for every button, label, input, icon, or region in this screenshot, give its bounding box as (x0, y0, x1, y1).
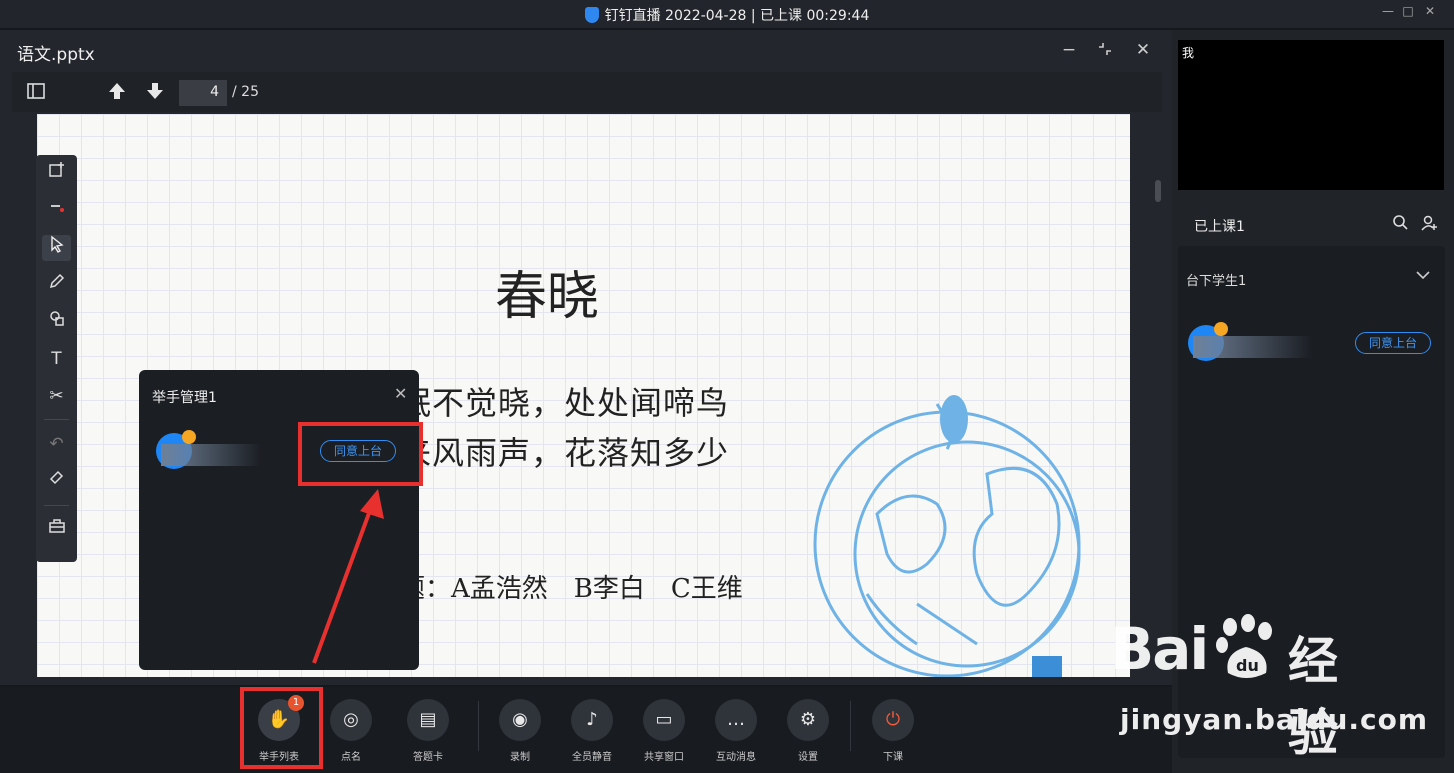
record-icon: ◉ (499, 699, 541, 741)
roll-call-icon: ◎ (330, 699, 372, 741)
record-button[interactable]: ◉ 录制 (490, 699, 550, 763)
crown-icon (182, 430, 196, 444)
add-page-icon[interactable] (42, 161, 71, 187)
shield-icon (584, 7, 599, 23)
window-title-text: 钉钉直播 2022-04-28 | 已上课 00:29:44 (604, 8, 870, 24)
watermark-cn: 经验 (1288, 632, 1338, 762)
popup-title: 举手管理1 (152, 390, 217, 406)
settings-button[interactable]: ⚙ 设置 (778, 699, 838, 763)
quiz-question: 题：A孟浩然 B李白 C王维 (399, 574, 743, 604)
shapes-icon[interactable] (42, 309, 71, 335)
maximize-icon[interactable]: □ (1398, 4, 1418, 18)
end-class-button[interactable]: ⏻ 下课 (863, 699, 923, 763)
power-icon: ⏻ (872, 699, 914, 741)
page-number-input[interactable]: 4 (179, 80, 227, 106)
answer-card-icon: ▤ (407, 699, 449, 741)
sidebar-toggle-icon[interactable] (26, 81, 46, 106)
toolbar-divider (850, 701, 851, 751)
answer-card-button[interactable]: ▤ 答题卡 (398, 699, 458, 763)
share-window-icon: ▭ (643, 699, 685, 741)
minimize-doc-icon[interactable]: − (1058, 40, 1080, 60)
prev-page-icon[interactable] (107, 81, 127, 106)
close-icon[interactable]: ✕ (1420, 4, 1440, 18)
eraser-icon[interactable] (42, 468, 71, 494)
page-total: / 25 (232, 84, 259, 100)
student-name-blurred (1193, 336, 1313, 358)
arrow-annotation (312, 489, 384, 664)
next-page-icon[interactable] (145, 81, 165, 106)
document-filename: 语文.pptx (17, 45, 95, 65)
toolbox-icon[interactable] (42, 517, 71, 543)
roll-call-button[interactable]: ◎ 点名 (321, 699, 381, 763)
drawing-toolbar: T ✂ ↶ (36, 155, 77, 562)
answer-card-label: 答题卡 (413, 752, 443, 763)
watermark-url: jingyan.baidu.com (1120, 703, 1429, 736)
tool-divider (44, 505, 69, 506)
highlight-box (240, 687, 323, 769)
mute-all-icon: ♪ (571, 699, 613, 741)
undo-icon[interactable]: ↶ (42, 431, 71, 457)
tool-divider (44, 419, 69, 420)
settings-label: 设置 (798, 752, 818, 763)
student-name-blurred (161, 444, 261, 466)
record-label: 录制 (510, 752, 530, 763)
poem-title: 春晓 (495, 267, 600, 327)
slide-scrollbar[interactable] (1155, 180, 1161, 202)
scissors-icon[interactable]: ✂ (42, 383, 71, 409)
class-header: 已上课1 (1178, 202, 1446, 242)
text-tool-icon[interactable]: T (42, 346, 71, 372)
window-title: 钉钉直播 2022-04-28 | 已上课 00:29:44 (0, 5, 1454, 25)
document-header: 语文.pptx − ✕ (0, 30, 1172, 70)
message-label: 互动消息 (716, 752, 756, 763)
paw-icon: du (1216, 614, 1272, 678)
svg-text:du: du (1236, 656, 1259, 675)
collapse-doc-icon[interactable] (1094, 40, 1116, 63)
crown-icon (1214, 322, 1228, 336)
students-header: 台下学生1 (1186, 274, 1247, 289)
poem-line-1: 眠不觉晓，处处闻啼鸟 (399, 384, 730, 422)
add-user-icon[interactable] (1420, 214, 1438, 236)
select-icon[interactable] (42, 235, 71, 261)
page-navbar: 4 / 25 (12, 72, 1162, 112)
settings-icon: ⚙ (787, 699, 829, 741)
roll-call-label: 点名 (341, 752, 361, 763)
video-label: 我 (1182, 46, 1195, 60)
close-icon[interactable]: ✕ (394, 384, 407, 403)
mute-all-label: 全员静音 (572, 752, 612, 763)
message-button[interactable]: … 互动消息 (706, 699, 766, 763)
window-titlebar: 钉钉直播 2022-04-28 | 已上课 00:29:44 — □ ✕ (0, 0, 1454, 28)
chevron-down-icon[interactable] (1416, 268, 1430, 284)
laser-icon[interactable] (42, 198, 71, 224)
bottom-toolbar: ✋ 1 举手列表 ◎ 点名 ▤ 答题卡 ◉ 录制 ♪ 全员静音 ▭ 共享窗口 … … (0, 687, 1172, 773)
toolbar-divider (478, 701, 479, 751)
globe-illustration (813, 395, 1081, 677)
end-class-label: 下课 (883, 752, 903, 763)
watermark-brand: Bai (1110, 615, 1209, 683)
self-video[interactable]: 我 (1178, 40, 1444, 190)
minimize-icon[interactable]: — (1378, 4, 1398, 18)
search-icon[interactable] (1392, 214, 1408, 234)
message-icon: … (715, 699, 757, 741)
agree-button[interactable]: 同意上台 (1355, 332, 1431, 354)
share-window-button[interactable]: ▭ 共享窗口 (634, 699, 694, 763)
mute-all-button[interactable]: ♪ 全员静音 (562, 699, 622, 763)
share-window-label: 共享窗口 (644, 752, 684, 763)
pen-icon[interactable] (42, 272, 71, 298)
highlight-box (298, 422, 423, 486)
close-doc-icon[interactable]: ✕ (1132, 40, 1154, 60)
poem-line-2: 来风雨声，花落知多少 (399, 434, 730, 472)
class-count: 已上课1 (1194, 219, 1245, 235)
